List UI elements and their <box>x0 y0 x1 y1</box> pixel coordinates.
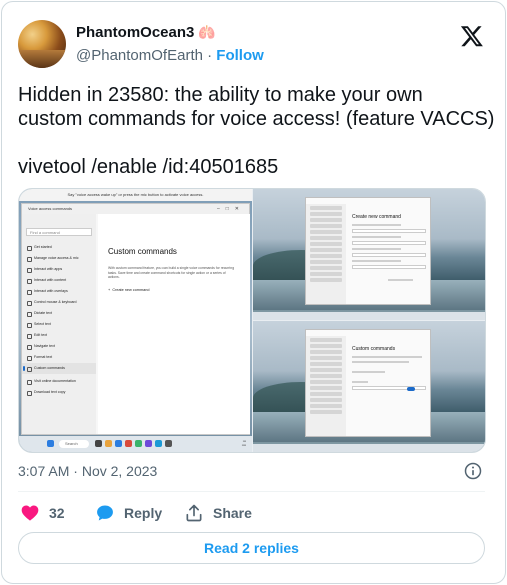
sidebar-item: Interact with content <box>22 275 96 286</box>
like-button[interactable]: 32 <box>20 503 65 523</box>
create-command-heading: Create new command <box>352 214 401 220</box>
sidebar-item: Interact with apps <box>22 264 96 275</box>
windows-taskbar: Search ▪▪▪ ▪▪▪▪ <box>19 436 252 452</box>
sidebar-item: Navigate text <box>22 341 96 352</box>
app-icon <box>125 440 132 447</box>
heart-icon <box>21 505 39 521</box>
window-controls: –□✕ <box>217 206 245 212</box>
custom-commands-heading: Custom commands <box>108 247 177 256</box>
like-count: 32 <box>49 505 65 521</box>
follow-button[interactable]: Follow <box>216 47 264 64</box>
app-icon <box>145 440 152 447</box>
vac-main-pane: Custom commands With custom command feat… <box>98 214 250 434</box>
sidebar-item: Download text copy <box>22 387 96 398</box>
taskbar-clock: ▪▪▪ ▪▪▪▪ <box>241 439 246 447</box>
tweet-line: custom commands for voice access! (featu… <box>18 108 495 130</box>
app-icon <box>95 440 102 447</box>
tweet-line: vivetool /enable /id:40501685 <box>18 156 279 178</box>
sidebar-item: Select text <box>22 319 96 330</box>
share-button[interactable]: Share <box>184 503 252 523</box>
tweet-date[interactable]: Nov 2, 2023 <box>82 463 158 479</box>
divider <box>18 491 485 492</box>
sidebar-item: Dictate text <box>22 308 96 319</box>
sidebar-item: Format text <box>22 352 96 363</box>
sidebar-item: Edit text <box>22 330 96 341</box>
sidebar-item-custom-commands: Custom commands <box>22 363 96 374</box>
read-replies-button[interactable]: Read 2 replies <box>18 532 485 564</box>
sidebar-item: Visit online documentation <box>22 376 96 387</box>
edge-icon <box>115 440 122 447</box>
create-new-command-button: + Create new command <box>108 288 150 292</box>
tweet-line: Hidden in 23580: the ability to make you… <box>18 84 423 106</box>
custom-commands-description: With custom command feature, you can bui… <box>108 266 235 280</box>
window-title: Voice access commands <box>28 206 73 211</box>
sidebar-item: Interact with overlays <box>22 286 96 297</box>
x-logo-icon[interactable] <box>459 24 485 48</box>
reply-button[interactable]: Reply <box>95 503 162 523</box>
media-image-bottom-right[interactable]: Custom commands <box>253 321 485 452</box>
taskbar-search: Search <box>59 440 89 448</box>
custom-commands-window: Custom commands <box>305 329 431 437</box>
folder-icon <box>105 440 112 447</box>
window-titlebar: Voice access commands –□✕ <box>22 204 249 214</box>
speech-bubble-icon <box>97 505 113 521</box>
app-icon <box>135 440 142 447</box>
author-name[interactable]: PhantomOcean3 <box>76 24 194 41</box>
tweet-text: Hidden in 23580: the ability to make you… <box>18 83 495 179</box>
share-label: Share <box>213 505 252 521</box>
author-handle-row: @PhantomOfEarth · Follow <box>76 47 264 64</box>
sidebar-item: Get started <box>22 242 96 253</box>
vac-sidebar: Find a command Get started Manage voice … <box>22 214 96 434</box>
share-icon <box>186 504 202 522</box>
start-icon <box>47 440 54 447</box>
info-icon[interactable] <box>463 461 483 481</box>
media-grid[interactable]: Say "voice access wake up" or press the … <box>18 188 486 453</box>
tweet-timestamp[interactable]: 3:07 AM · Nov 2, 2023 <box>18 463 157 479</box>
lungs-emoji: 🫁 <box>198 24 216 40</box>
media-image-left[interactable]: Say "voice access wake up" or press the … <box>19 189 252 452</box>
app-icon <box>155 440 162 447</box>
create-command-window: Create new command <box>305 197 431 305</box>
app-icon <box>165 440 172 447</box>
voice-access-banner: Say "voice access wake up" or press the … <box>19 189 252 201</box>
reply-label: Reply <box>124 505 163 521</box>
voice-access-window: Voice access commands –□✕ Find a command… <box>21 203 250 435</box>
author-handle[interactable]: @PhantomOfEarth <box>76 47 203 64</box>
author-name-row[interactable]: PhantomOcean3 🫁 <box>76 24 216 41</box>
sidebar-item: Manage voice access & mic <box>22 253 96 264</box>
custom-commands-heading-small: Custom commands <box>352 346 396 352</box>
sidebar-item: Control mouse & keyboard <box>22 297 96 308</box>
media-image-top-right[interactable]: Create new command <box>253 189 485 320</box>
author-avatar[interactable] <box>18 20 66 68</box>
find-command-input: Find a command <box>26 228 92 236</box>
handle-separator: · <box>207 47 213 64</box>
tweet-time[interactable]: 3:07 AM <box>18 463 69 479</box>
timestamp-separator: · <box>73 463 78 479</box>
